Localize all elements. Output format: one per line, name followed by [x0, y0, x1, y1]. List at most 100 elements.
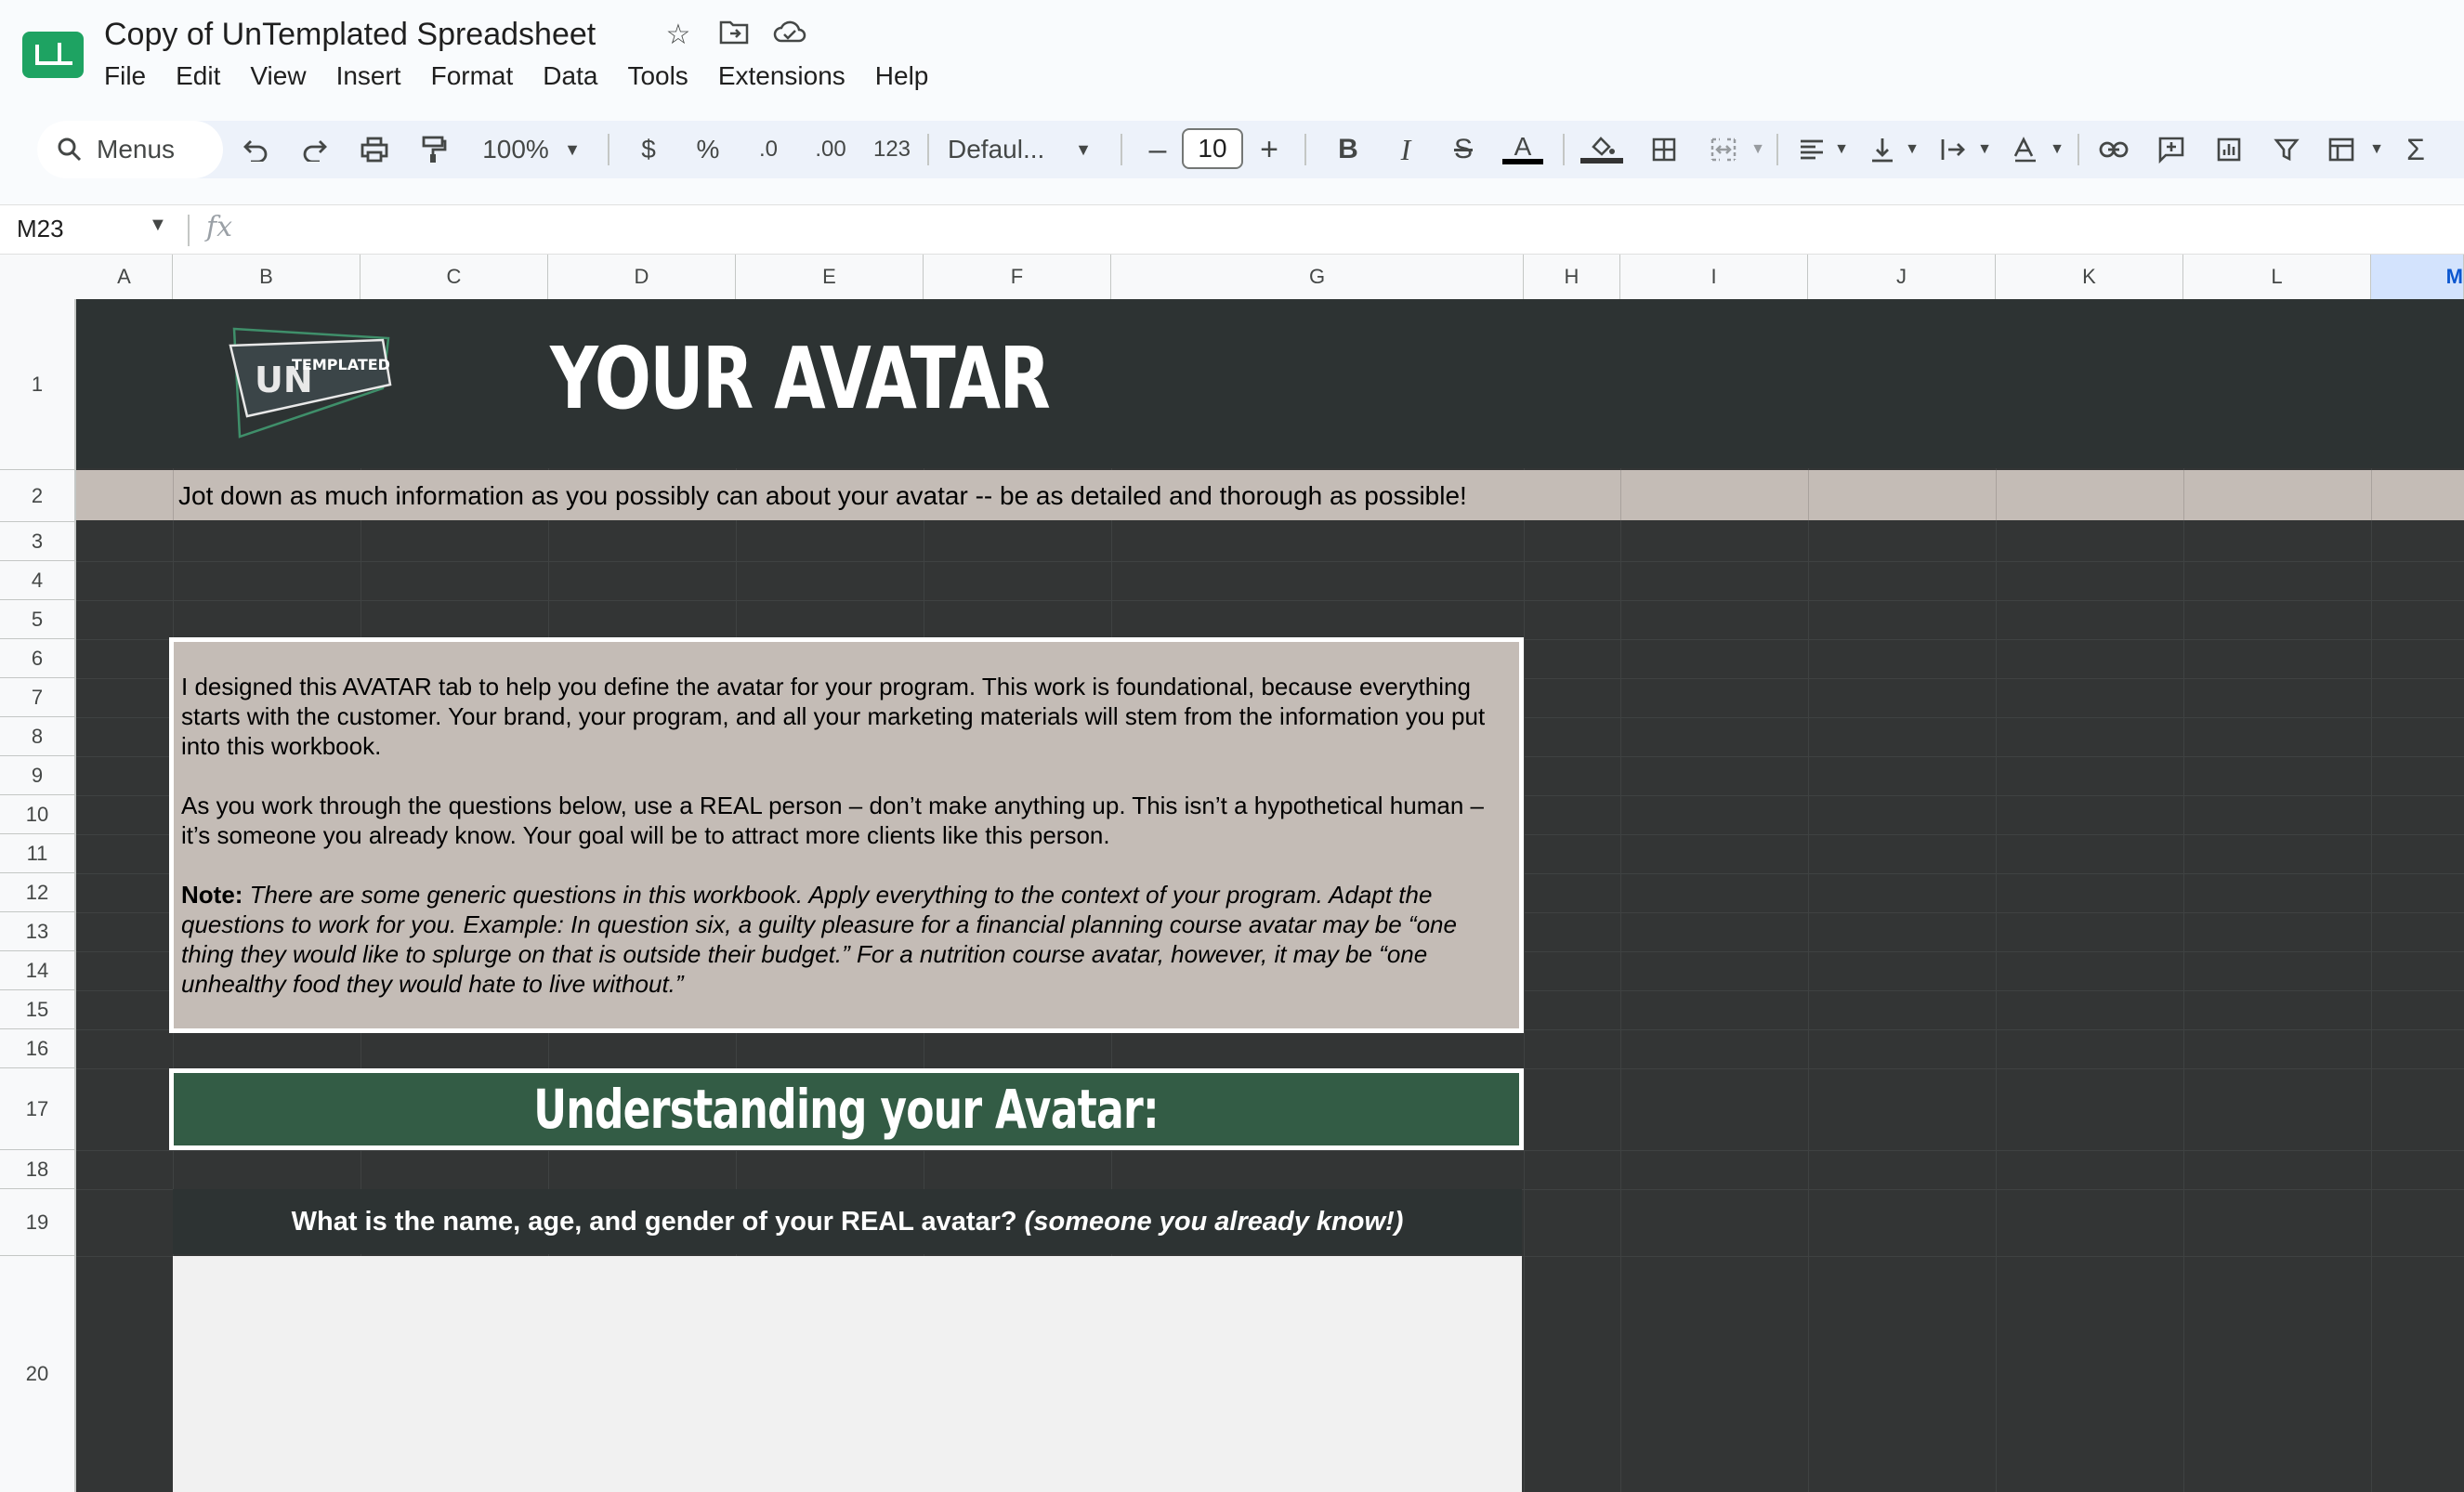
text-wrapping-icon[interactable]	[1933, 121, 1973, 178]
menu-help[interactable]: Help	[875, 61, 929, 91]
column-header-b[interactable]: B	[173, 255, 360, 299]
formula-separator	[188, 215, 190, 246]
column-header-k[interactable]: K	[1996, 255, 2183, 299]
zoom-dropdown-icon[interactable]: ▼	[559, 121, 585, 178]
vertical-align-icon[interactable]	[1862, 121, 1903, 178]
column-header-e[interactable]: E	[736, 255, 924, 299]
sheet-grid[interactable]: UN TEMPLATED YOUR AVATAR Jot down as muc…	[76, 299, 2464, 1492]
section-heading[interactable]: Understanding your Avatar:	[169, 1068, 1524, 1150]
undo-icon[interactable]	[232, 121, 279, 178]
row-header-1[interactable]: 1	[0, 299, 74, 470]
filter-views-icon[interactable]	[2319, 121, 2366, 178]
column-header-j[interactable]: J	[1808, 255, 1996, 299]
bold-icon[interactable]: B	[1325, 121, 1371, 178]
row-header-14[interactable]: 14	[0, 951, 74, 990]
font-size-decrease-button[interactable]: –	[1139, 121, 1176, 178]
column-header-g[interactable]: G	[1111, 255, 1524, 299]
merge-dropdown-icon[interactable]: ▼	[1747, 121, 1769, 178]
borders-icon[interactable]	[1641, 121, 1687, 178]
print-icon[interactable]	[351, 121, 398, 178]
column-header-i[interactable]: I	[1620, 255, 1808, 299]
text-color-icon[interactable]: A	[1498, 121, 1548, 178]
wrap-dropdown-icon[interactable]: ▼	[1973, 121, 1996, 178]
filter-views-dropdown-icon[interactable]: ▼	[2366, 121, 2388, 178]
question-1[interactable]: What is the name, age, and gender of you…	[173, 1189, 1522, 1254]
menus-search[interactable]: Menus	[37, 121, 223, 178]
column-header-a[interactable]: A	[76, 255, 173, 299]
font-dropdown-icon[interactable]: ▼	[1070, 121, 1096, 178]
row-header-20[interactable]: 20	[0, 1256, 74, 1492]
column-header-c[interactable]: C	[360, 255, 548, 299]
row-header-18[interactable]: 18	[0, 1150, 74, 1189]
text-rotation-icon[interactable]	[2005, 121, 2046, 178]
row-header-10[interactable]: 10	[0, 795, 74, 834]
menu-insert[interactable]: Insert	[336, 61, 401, 91]
insert-chart-icon[interactable]	[2206, 121, 2252, 178]
decrease-decimal-button[interactable]: .0	[745, 121, 792, 178]
functions-icon[interactable]: Σ	[2397, 121, 2434, 178]
row-header-4[interactable]: 4	[0, 561, 74, 600]
name-box-dropdown-icon[interactable]: ▼	[149, 215, 167, 236]
column-header-f[interactable]: F	[924, 255, 1111, 299]
row-header-13[interactable]: 13	[0, 912, 74, 951]
currency-format-button[interactable]: $	[628, 121, 669, 178]
percent-format-button[interactable]: %	[688, 121, 728, 178]
rotation-dropdown-icon[interactable]: ▼	[2046, 121, 2068, 178]
move-to-folder-icon[interactable]	[717, 19, 751, 52]
row-header-3[interactable]: 3	[0, 522, 74, 561]
font-family-select[interactable]: Defaul...	[948, 121, 1068, 178]
row-header-12[interactable]: 12	[0, 873, 74, 912]
italic-icon[interactable]: I	[1383, 121, 1429, 178]
menu-extensions[interactable]: Extensions	[718, 61, 845, 91]
row-header-8[interactable]: 8	[0, 717, 74, 756]
section-heading-text: Understanding your Avatar:	[533, 1078, 1160, 1141]
gridline	[173, 470, 174, 520]
row-header-5[interactable]: 5	[0, 600, 74, 639]
menu-edit[interactable]: Edit	[176, 61, 220, 91]
answer-1-cell[interactable]	[173, 1256, 1522, 1492]
paint-format-icon[interactable]	[411, 121, 457, 178]
column-header-m[interactable]: M	[2371, 255, 2464, 299]
row-header-19[interactable]: 19	[0, 1189, 74, 1256]
merge-cells-icon[interactable]	[1700, 121, 1747, 178]
menu-tools[interactable]: Tools	[627, 61, 688, 91]
row-header-2[interactable]: 2	[0, 470, 74, 522]
intro-box[interactable]: I designed this AVATAR tab to help you d…	[169, 637, 1524, 1033]
row-header-7[interactable]: 7	[0, 678, 74, 717]
strikethrough-icon[interactable]: S	[1440, 121, 1487, 178]
row-header-9[interactable]: 9	[0, 756, 74, 795]
font-size-increase-button[interactable]: +	[1251, 121, 1288, 178]
column-header-d[interactable]: D	[548, 255, 736, 299]
font-size-input[interactable]: 10	[1182, 128, 1243, 169]
row-header-11[interactable]: 11	[0, 834, 74, 873]
star-icon[interactable]: ☆	[662, 19, 695, 52]
zoom-select[interactable]: 100%	[474, 121, 557, 178]
redo-icon[interactable]	[292, 121, 338, 178]
document-title[interactable]: Copy of UnTemplated Spreadsheet	[104, 17, 596, 53]
halign-dropdown-icon[interactable]: ▼	[1830, 121, 1853, 178]
menu-data[interactable]: Data	[543, 61, 597, 91]
row-header-17[interactable]: 17	[0, 1068, 74, 1150]
row-header-16[interactable]: 16	[0, 1029, 74, 1068]
column-header-h[interactable]: H	[1524, 255, 1620, 299]
row-header-15[interactable]: 15	[0, 990, 74, 1029]
insert-link-icon[interactable]	[2090, 121, 2137, 178]
intro-note: Note: There are some generic questions i…	[181, 880, 1510, 999]
more-formats-button[interactable]: 123	[868, 121, 916, 178]
insert-comment-icon[interactable]	[2148, 121, 2195, 178]
filter-icon[interactable]	[2263, 121, 2310, 178]
page-title: YOUR AVATAR	[550, 329, 1051, 428]
menu-view[interactable]: View	[250, 61, 306, 91]
sheets-logo-icon[interactable]	[22, 32, 84, 78]
menu-file[interactable]: File	[104, 61, 146, 91]
name-box[interactable]: M23	[17, 215, 64, 243]
increase-decimal-button[interactable]: .00	[805, 121, 857, 178]
horizontal-align-icon[interactable]	[1791, 121, 1832, 178]
menu-format[interactable]: Format	[431, 61, 514, 91]
column-header-l[interactable]: L	[2183, 255, 2371, 299]
header-banner[interactable]	[76, 299, 2464, 468]
fill-color-icon[interactable]	[1576, 121, 1628, 178]
row-header-6[interactable]: 6	[0, 639, 74, 678]
cloud-status-icon[interactable]	[773, 19, 806, 52]
valign-dropdown-icon[interactable]: ▼	[1901, 121, 1923, 178]
